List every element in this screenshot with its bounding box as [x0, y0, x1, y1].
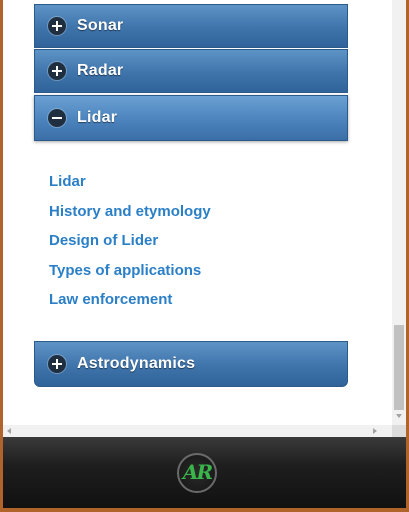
app-frame: Sonar Radar Lidar Lidar History and etym… [3, 0, 406, 508]
plus-icon [48, 62, 66, 80]
content-viewport: Sonar Radar Lidar Lidar History and etym… [3, 0, 392, 425]
scroll-down-arrow-icon[interactable] [396, 414, 402, 418]
scrollbar-thumb[interactable] [394, 325, 404, 410]
list-item: Lidar [49, 170, 211, 200]
plus-icon [48, 355, 66, 373]
plus-icon [48, 17, 66, 35]
accordion-label: Lidar [77, 109, 118, 126]
app-logo[interactable]: AR [177, 453, 217, 493]
list-item: Types of applications [49, 259, 211, 289]
link-types-of-applications[interactable]: Types of applications [49, 262, 201, 279]
link-history-and-etymology[interactable]: History and etymology [49, 203, 211, 220]
scroll-right-arrow-icon[interactable] [373, 428, 377, 434]
list-item: Design of Lider [49, 229, 211, 259]
vertical-scrollbar[interactable] [392, 0, 406, 425]
link-law-enforcement[interactable]: Law enforcement [49, 291, 172, 308]
accordion-header-sonar[interactable]: Sonar [34, 4, 348, 48]
accordion-label: Radar [77, 62, 124, 79]
horizontal-scrollbar[interactable] [3, 425, 392, 437]
link-lidar[interactable]: Lidar [49, 173, 86, 190]
scrollbar-corner [392, 425, 406, 437]
logo-text: AR [182, 460, 213, 484]
list-item: History and etymology [49, 200, 211, 230]
footer-bar: AR [3, 437, 406, 508]
accordion-header-astrodynamics[interactable]: Astrodynamics [34, 341, 348, 387]
accordion-label: Sonar [77, 17, 124, 34]
accordion-header-radar[interactable]: Radar [34, 49, 348, 93]
link-design-of-lider[interactable]: Design of Lider [49, 232, 158, 249]
lidar-link-list: Lidar History and etymology Design of Li… [49, 170, 211, 318]
minus-icon [48, 109, 66, 127]
scroll-left-arrow-icon[interactable] [7, 428, 11, 434]
list-item: Law enforcement [49, 288, 211, 318]
accordion-label: Astrodynamics [77, 355, 196, 372]
accordion-header-lidar[interactable]: Lidar [34, 95, 348, 141]
